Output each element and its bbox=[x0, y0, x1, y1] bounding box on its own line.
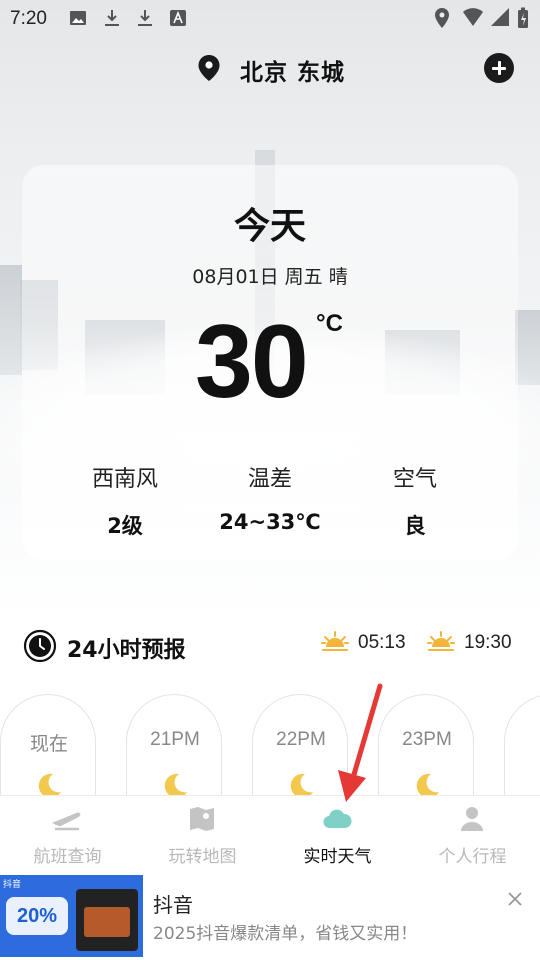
tab-label: 航班查询 bbox=[33, 847, 102, 867]
status-bar: 7:20 bbox=[0, 0, 540, 36]
moon-icon bbox=[290, 773, 313, 796]
status-time: 7:20 bbox=[10, 8, 47, 29]
date-weather-line: 08月01日 周五 晴 bbox=[192, 266, 348, 288]
tab-flight-search[interactable]: 航班查询 bbox=[0, 796, 135, 874]
a-icon bbox=[170, 10, 186, 26]
hour-item[interactable]: 23PM bbox=[378, 694, 474, 796]
bottom-tab-bar: 航班查询 玩转地图 实时天气 个人行程 bbox=[0, 795, 540, 873]
forecast-title: 24小时预报 bbox=[67, 638, 186, 663]
sunrise-time: 05:13 bbox=[358, 632, 406, 653]
temperature-unit: °C bbox=[316, 310, 343, 337]
sunset-icon bbox=[427, 631, 455, 651]
hourly-forecast-list[interactable]: 现在 21PM 22PM 23PM 00 bbox=[0, 694, 540, 796]
download-icon bbox=[105, 10, 119, 26]
tab-map[interactable]: 玩转地图 bbox=[135, 796, 270, 874]
today-title: 今天 bbox=[233, 206, 306, 247]
hour-item[interactable]: 21PM bbox=[126, 694, 222, 796]
ad-promo: 20% bbox=[6, 897, 68, 935]
plane-icon bbox=[52, 812, 81, 831]
sunrise-icon bbox=[321, 631, 349, 651]
hour-label: 21PM bbox=[150, 729, 200, 750]
hour-label: 23PM bbox=[402, 729, 452, 750]
location-icon bbox=[435, 8, 449, 28]
wifi-icon bbox=[463, 8, 483, 26]
sunset-time: 19:30 bbox=[464, 632, 512, 653]
moon-icon bbox=[38, 773, 61, 796]
location-pin-icon bbox=[198, 55, 220, 81]
tab-label: 个人行程 bbox=[438, 847, 507, 867]
tab-label: 实时天气 bbox=[303, 847, 372, 867]
ad-image[interactable]: 抖音 20% bbox=[0, 875, 143, 957]
tab-label: 玩转地图 bbox=[168, 847, 237, 867]
wind-value: 2级 bbox=[107, 514, 143, 538]
moon-icon bbox=[164, 773, 187, 796]
annotation-arrow bbox=[338, 683, 383, 802]
image-icon bbox=[70, 11, 86, 25]
tab-itinerary[interactable]: 个人行程 bbox=[405, 796, 540, 874]
person-icon bbox=[461, 807, 483, 831]
hour-label: 00 bbox=[505, 729, 540, 751]
location-label[interactable]: 北京 东城 bbox=[240, 53, 345, 87]
ad-subtitle[interactable]: 2025抖音爆款清单，省钱又实用！ bbox=[153, 919, 417, 944]
add-city-button[interactable] bbox=[484, 53, 514, 83]
ad-banner[interactable]: 抖音 20% 抖音 2025抖音爆款清单，省钱又实用！ bbox=[0, 873, 540, 960]
signal-icon bbox=[491, 8, 509, 26]
temp-range-label: 温差 bbox=[247, 467, 292, 492]
ad-badge: 抖音 bbox=[3, 880, 22, 890]
close-icon[interactable] bbox=[505, 889, 525, 909]
oven-image bbox=[76, 889, 138, 951]
temp-range-value: 24~33℃ bbox=[219, 510, 321, 534]
current-temperature: 30 bbox=[195, 304, 309, 420]
download-icon bbox=[138, 10, 152, 26]
air-label: 空气 bbox=[392, 467, 437, 492]
wind-label: 西南风 bbox=[91, 467, 158, 492]
battery-icon bbox=[518, 7, 528, 28]
air-value: 良 bbox=[404, 514, 426, 538]
app-header: 北京 东城 bbox=[0, 44, 540, 92]
clock-icon bbox=[23, 629, 57, 663]
map-icon bbox=[190, 807, 214, 831]
moon-icon bbox=[416, 773, 439, 796]
hour-label: 现在 bbox=[29, 734, 68, 755]
hour-item[interactable]: 现在 bbox=[0, 694, 96, 796]
hour-item[interactable]: 00 bbox=[504, 694, 540, 796]
ad-title[interactable]: 抖音 bbox=[153, 889, 193, 918]
